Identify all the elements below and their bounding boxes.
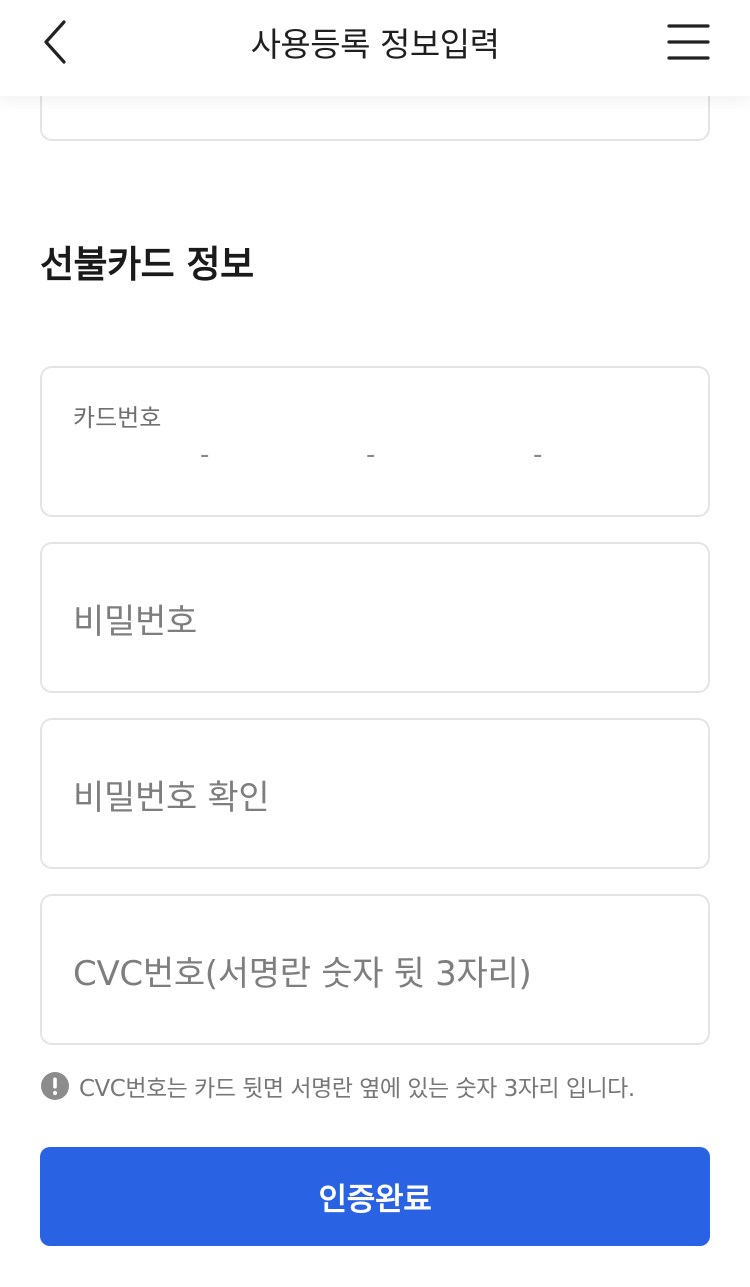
password-confirm-field[interactable]: 비밀번호 확인 xyxy=(40,718,710,869)
card-number-field[interactable]: 카드번호 - - - xyxy=(40,366,710,517)
card-number-label: 카드번호 xyxy=(73,404,162,432)
cvc-placeholder: CVC번호(서명란 숫자 뒷 3자리) xyxy=(73,954,532,994)
hamburger-menu-icon xyxy=(667,24,710,60)
card-number-separator: - xyxy=(533,440,543,470)
menu-button[interactable] xyxy=(660,16,716,68)
card-number-separator: - xyxy=(366,440,376,470)
notice-text: CVC번호는 카드 뒷면 서명란 옆에 있는 숫자 3자리 입니다. xyxy=(79,1076,635,1102)
cvc-notice: CVC번호는 카드 뒷면 서명란 옆에 있는 숫자 3자리 입니다. xyxy=(40,1069,635,1103)
app-header: 사용등록 정보입력 xyxy=(0,0,750,96)
password-confirm-placeholder: 비밀번호 확인 xyxy=(73,778,270,818)
password-placeholder: 비밀번호 xyxy=(73,602,197,642)
submit-button[interactable]: 인증완료 xyxy=(40,1147,710,1246)
exclamation-circle-icon xyxy=(41,1072,69,1100)
page-title: 사용등록 정보입력 xyxy=(250,25,500,64)
section-title: 선불카드 정보 xyxy=(40,243,254,286)
cvc-field[interactable]: CVC번호(서명란 숫자 뒷 3자리) xyxy=(40,894,710,1045)
card-number-separator: - xyxy=(200,440,210,470)
password-field[interactable]: 비밀번호 xyxy=(40,542,710,693)
